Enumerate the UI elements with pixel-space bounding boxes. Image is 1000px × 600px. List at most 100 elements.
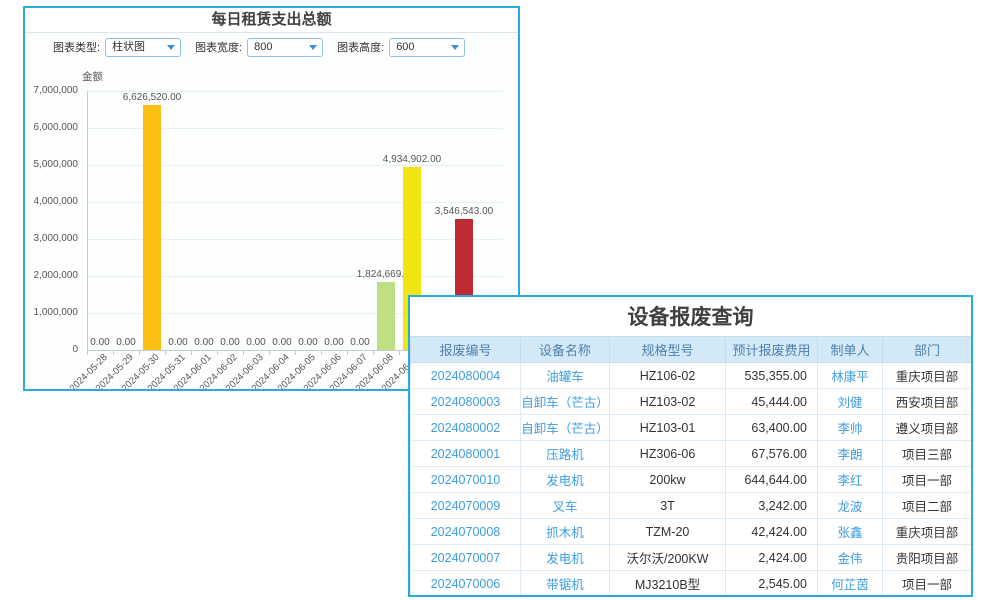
cell-scrap-no[interactable]: 2024080003: [411, 389, 521, 415]
chart-type-value: 柱状图: [112, 41, 145, 53]
x-axis-tick: [243, 351, 244, 355]
chart-type-select[interactable]: 柱状图: [105, 38, 181, 57]
cell-creator[interactable]: 龙波: [818, 493, 883, 519]
cell-department: 遵义项目部: [883, 415, 972, 441]
y-axis-tick-label: 5,000,000: [25, 160, 78, 170]
cell-scrap-no[interactable]: 2024070006: [411, 571, 521, 597]
chart-height-select[interactable]: 600: [389, 38, 465, 57]
cell-equipment-name[interactable]: 发电机: [521, 545, 610, 571]
cell-department: 项目一部: [883, 467, 972, 493]
y-axis-tick-label: 1,000,000: [25, 308, 78, 318]
chart-controls: 图表类型: 柱状图 图表宽度: 800 图表高度: 600: [25, 36, 518, 58]
column-header-equipment-name: 设备名称: [521, 337, 610, 363]
x-axis-tick: [373, 351, 374, 355]
chart-panel-title: 每日租赁支出总额: [25, 8, 518, 33]
cell-scrap-no[interactable]: 2024080002: [411, 415, 521, 441]
cell-cost: 45,444.00: [726, 389, 818, 415]
table-row: 2024070010发电机200kw644,644.00李红项目一部: [411, 467, 972, 493]
cell-model: HZ306-06: [610, 441, 726, 467]
cell-model: TZM-20: [610, 519, 726, 545]
cell-department: 重庆项目部: [883, 519, 972, 545]
table-row: 2024070006带锯机MJ3210B型2,545.00何芷茵项目一部: [411, 571, 972, 597]
cell-model: HZ103-02: [610, 389, 726, 415]
column-header-creator: 制单人: [818, 337, 883, 363]
x-axis-tick: [191, 351, 192, 355]
x-axis-tick: [347, 351, 348, 355]
chart-width-select[interactable]: 800: [247, 38, 323, 57]
cell-equipment-name[interactable]: 油罐车: [521, 363, 610, 389]
chart-width-label: 图表宽度:: [195, 39, 242, 55]
cell-scrap-no[interactable]: 2024080001: [411, 441, 521, 467]
cell-scrap-no[interactable]: 2024070010: [411, 467, 521, 493]
table-row: 2024080003自卸车（芒古）HZ103-0245,444.00刘健西安项目…: [411, 389, 972, 415]
y-axis-line: [87, 91, 88, 350]
cell-cost: 67,576.00: [726, 441, 818, 467]
cell-department: 项目二部: [883, 493, 972, 519]
table-row: 2024080001压路机HZ306-0667,576.00李朗项目三部: [411, 441, 972, 467]
cell-creator[interactable]: 刘健: [818, 389, 883, 415]
bar-value-label: 4,934,902.00: [362, 154, 462, 165]
table-row: 2024070009叉车3T3,242.00龙波项目二部: [411, 493, 972, 519]
table-title: 设备报废查询: [410, 297, 971, 336]
x-axis-tick: [217, 351, 218, 355]
x-axis-tick: [139, 351, 140, 355]
cell-creator[interactable]: 张鑫: [818, 519, 883, 545]
x-axis-tick: [113, 351, 114, 355]
y-axis-tick-label: 3,000,000: [25, 234, 78, 244]
cell-equipment-name[interactable]: 自卸车（芒古）: [521, 389, 610, 415]
cell-cost: 644,644.00: [726, 467, 818, 493]
chevron-down-icon: [309, 45, 317, 50]
x-axis-tick: [165, 351, 166, 355]
bar-value-label: 6,626,520.00: [102, 92, 202, 103]
cell-creator[interactable]: 林康平: [818, 363, 883, 389]
cell-cost: 2,545.00: [726, 571, 818, 597]
chart-height-value: 600: [396, 41, 414, 53]
cell-creator[interactable]: 李朗: [818, 441, 883, 467]
column-header-model: 规格型号: [610, 337, 726, 363]
cell-cost: 3,242.00: [726, 493, 818, 519]
column-header-department: 部门: [883, 337, 972, 363]
cell-equipment-name[interactable]: 叉车: [521, 493, 610, 519]
y-axis-title: 金额: [82, 69, 103, 84]
cell-model: MJ3210B型: [610, 571, 726, 597]
cell-model: HZ106-02: [610, 363, 726, 389]
y-axis-tick-label: 6,000,000: [25, 123, 78, 133]
x-axis-tick: [87, 351, 88, 355]
cell-cost: 63,400.00: [726, 415, 818, 441]
chart-type-label: 图表类型:: [53, 39, 100, 55]
cell-department: 贵阳项目部: [883, 545, 972, 571]
x-axis-tick: [399, 351, 400, 355]
cell-model: HZ103-01: [610, 415, 726, 441]
chart-bar: [143, 105, 161, 350]
cell-creator[interactable]: 何芷茵: [818, 571, 883, 597]
cell-scrap-no[interactable]: 2024070008: [411, 519, 521, 545]
cell-equipment-name[interactable]: 发电机: [521, 467, 610, 493]
cell-scrap-no[interactable]: 2024080004: [411, 363, 521, 389]
cell-creator[interactable]: 李帅: [818, 415, 883, 441]
cell-model: 沃尔沃/200KW: [610, 545, 726, 571]
cell-equipment-name[interactable]: 自卸车（芒古）: [521, 415, 610, 441]
table-header-row: 报废编号设备名称规格型号预计报废费用制单人部门: [411, 337, 972, 363]
bar-value-label: 3,546,543.00: [414, 206, 514, 217]
cell-department: 重庆项目部: [883, 363, 972, 389]
table-row: 2024080004油罐车HZ106-02535,355.00林康平重庆项目部: [411, 363, 972, 389]
cell-equipment-name[interactable]: 带锯机: [521, 571, 610, 597]
cell-department: 项目三部: [883, 441, 972, 467]
cell-cost: 42,424.00: [726, 519, 818, 545]
cell-scrap-no[interactable]: 2024070007: [411, 545, 521, 571]
cell-model: 200kw: [610, 467, 726, 493]
cell-creator[interactable]: 金伟: [818, 545, 883, 571]
x-axis-tick: [295, 351, 296, 355]
chart-width-value: 800: [254, 41, 272, 53]
scrap-query-panel: 设备报废查询 报废编号设备名称规格型号预计报废费用制单人部门 202408000…: [408, 295, 973, 597]
table-row: 2024080002自卸车（芒古）HZ103-0163,400.00李帅遵义项目…: [411, 415, 972, 441]
cell-equipment-name[interactable]: 压路机: [521, 441, 610, 467]
cell-equipment-name[interactable]: 抓木机: [521, 519, 610, 545]
x-axis-tick: [269, 351, 270, 355]
cell-department: 项目一部: [883, 571, 972, 597]
scrap-table: 报废编号设备名称规格型号预计报废费用制单人部门 2024080004油罐车HZ1…: [410, 336, 972, 597]
cell-model: 3T: [610, 493, 726, 519]
y-axis-tick-label: 2,000,000: [25, 271, 78, 281]
cell-scrap-no[interactable]: 2024070009: [411, 493, 521, 519]
cell-creator[interactable]: 李红: [818, 467, 883, 493]
